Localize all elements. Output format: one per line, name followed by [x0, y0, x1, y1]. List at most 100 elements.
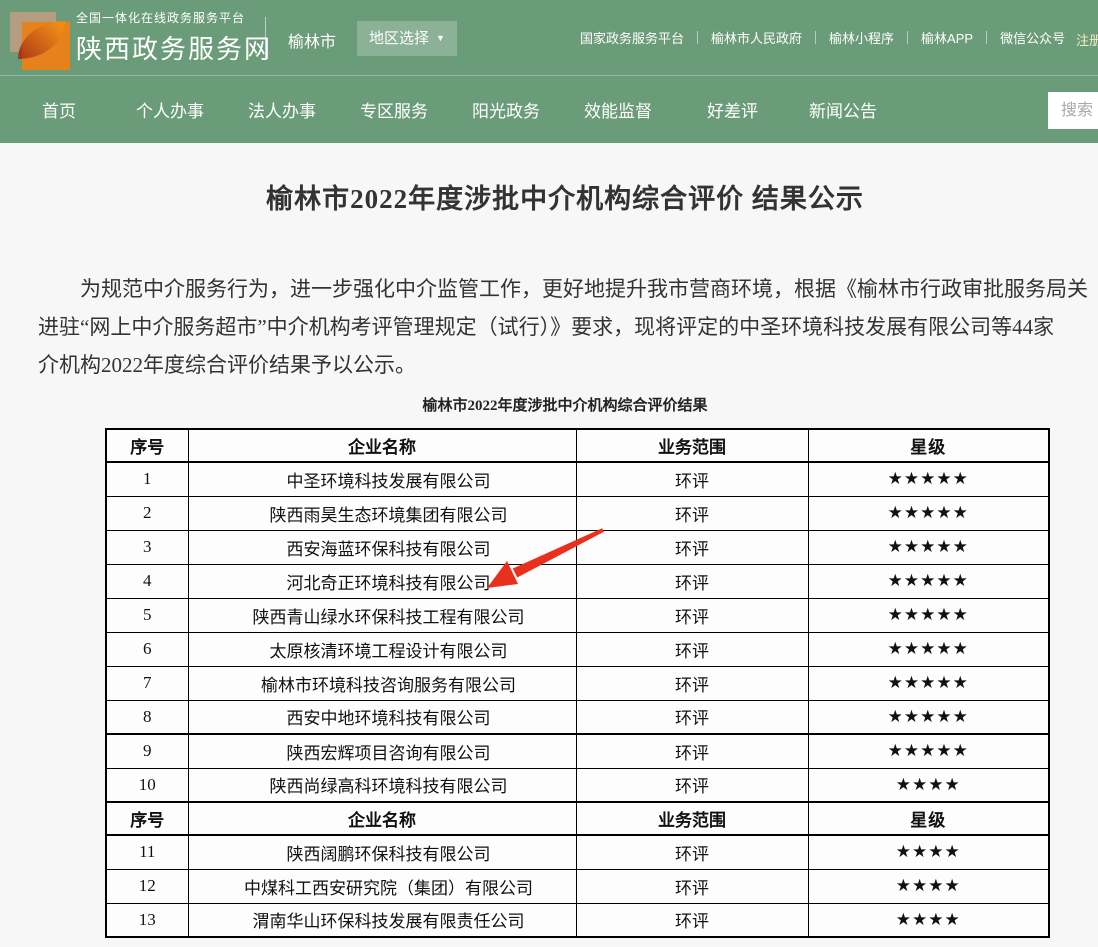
cell-name: 渭南华山环保科技发展有限责任公司 — [188, 903, 576, 937]
table-row: 2陕西雨昊生态环境集团有限公司环评★★★★★ — [106, 496, 1049, 530]
table-row: 6太原核清环境工程设计有限公司环评★★★★★ — [106, 632, 1049, 666]
header-cell: 序号 — [106, 429, 188, 462]
nav-item[interactable]: 专区服务 — [360, 97, 428, 122]
cell-stars: ★★★★★ — [808, 666, 1049, 700]
brand-block: 全国一体化在线政务服务平台 陕西政务服务网 — [76, 9, 272, 66]
cell-scope: 环评 — [576, 700, 808, 734]
article-content: 榆林市2022年度涉批中介机构综合评价 结果公示 为规范中介服务行为，进一步强化… — [0, 177, 1098, 938]
cell-name: 陕西阔鹏环保科技有限公司 — [188, 835, 576, 869]
region-select-button[interactable]: 地区选择 ▼ — [357, 21, 457, 56]
cell-scope: 环评 — [576, 496, 808, 530]
results-table-body: 序号企业名称业务范围星级1中圣环境科技发展有限公司环评★★★★★2陕西雨昊生态环… — [106, 429, 1049, 937]
cell-stars: ★★★★★ — [808, 632, 1049, 666]
page-title: 榆林市2022年度涉批中介机构综合评价 结果公示 — [0, 177, 1098, 216]
cell-no: 1 — [106, 462, 188, 496]
cell-stars: ★★★★ — [808, 903, 1049, 937]
header-link[interactable]: 微信公众号 — [986, 28, 1065, 47]
search-input[interactable] — [1048, 92, 1098, 129]
table-header-row: 序号企业名称业务范围星级 — [106, 802, 1049, 835]
cell-name: 陕西青山绿水环保科技工程有限公司 — [188, 598, 576, 632]
header-cell: 企业名称 — [188, 429, 576, 462]
cell-name: 陕西宏辉项目咨询有限公司 — [188, 734, 576, 768]
cell-no: 6 — [106, 632, 188, 666]
cell-stars: ★★★★ — [808, 835, 1049, 869]
table-row: 11陕西阔鹏环保科技有限公司环评★★★★ — [106, 835, 1049, 869]
chevron-down-icon: ▼ — [436, 33, 445, 43]
cell-name: 太原核清环境工程设计有限公司 — [188, 632, 576, 666]
platform-tagline: 全国一体化在线政务服务平台 — [76, 9, 272, 26]
header-link[interactable]: 榆林市人民政府 — [697, 28, 802, 47]
cell-stars: ★★★★★ — [808, 530, 1049, 564]
cell-stars: ★★★★★ — [808, 462, 1049, 496]
cell-scope: 环评 — [576, 462, 808, 496]
register-link[interactable]: 注册 — [1076, 30, 1098, 49]
table-row: 3西安海蓝环保科技有限公司环评★★★★★ — [106, 530, 1049, 564]
region-select-label: 地区选择 — [369, 30, 429, 47]
cell-no: 5 — [106, 598, 188, 632]
cell-scope: 环评 — [576, 564, 808, 598]
cell-scope: 环评 — [576, 903, 808, 937]
nav-item[interactable]: 效能监督 — [584, 97, 652, 122]
header-links: 国家政务服务平台榆林市人民政府榆林小程序榆林APP 微信公众号 — [580, 0, 1065, 75]
cell-name: 陕西雨昊生态环境集团有限公司 — [188, 496, 576, 530]
nav-item[interactable]: 新闻公告 — [809, 97, 877, 122]
cell-scope: 环评 — [576, 666, 808, 700]
site-name: 陕西政务服务网 — [76, 29, 272, 66]
table-row: 4河北奇正环境科技有限公司环评★★★★★ — [106, 564, 1049, 598]
nav-item[interactable]: 首页 — [42, 97, 76, 122]
header-cell: 企业名称 — [188, 802, 576, 835]
paragraph-line: 为规范中介服务行为，进一步强化中介监管工作，更好地提升我市营商环境，根据《榆林市… — [38, 270, 1098, 308]
cell-no: 4 — [106, 564, 188, 598]
main-nav: 首页 个人办事 法人办事 专区服务 阳光政务 效能监督 好差评 新闻公告 — [0, 75, 1098, 143]
cell-name: 西安中地环境科技有限公司 — [188, 700, 576, 734]
cell-scope: 环评 — [576, 632, 808, 666]
table-row: 5陕西青山绿水环保科技工程有限公司环评★★★★★ — [106, 598, 1049, 632]
cell-stars: ★★★★★ — [808, 564, 1049, 598]
cell-stars: ★★★★★ — [808, 734, 1049, 768]
paragraph-line: 介机构2022年度综合评价结果予以公示。 — [38, 346, 1098, 384]
cell-scope: 环评 — [576, 734, 808, 768]
paragraph-line: 进驻“网上中介服务超市”中介机构考评管理规定（试行）》要求，现将评定的中圣环境科… — [38, 308, 1098, 346]
table-row: 12中煤科工西安研究院（集团）有限公司环评★★★★ — [106, 869, 1049, 903]
cell-no: 7 — [106, 666, 188, 700]
header-link[interactable]: 榆林小程序 — [815, 28, 894, 47]
nav-item[interactable]: 好差评 — [707, 97, 758, 122]
cell-no: 2 — [106, 496, 188, 530]
table-row: 7榆林市环境科技咨询服务有限公司环评★★★★★ — [106, 666, 1049, 700]
cell-no: 12 — [106, 869, 188, 903]
cell-scope: 环评 — [576, 598, 808, 632]
header-cell: 星级 — [808, 802, 1049, 835]
cell-stars: ★★★★ — [808, 768, 1049, 802]
nav-item[interactable]: 阳光政务 — [472, 97, 540, 122]
cell-stars: ★★★★★ — [808, 496, 1049, 530]
notice-paragraph: 为规范中介服务行为，进一步强化中介监管工作，更好地提升我市营商环境，根据《榆林市… — [38, 270, 1098, 384]
table-header-row: 序号企业名称业务范围星级 — [106, 429, 1049, 462]
nav-item[interactable]: 个人办事 — [136, 97, 204, 122]
cell-name: 榆林市环境科技咨询服务有限公司 — [188, 666, 576, 700]
cell-scope: 环评 — [576, 530, 808, 564]
header-cell: 星级 — [808, 429, 1049, 462]
cell-stars: ★★★★★ — [808, 700, 1049, 734]
table-row: 8西安中地环境科技有限公司环评★★★★★ — [106, 700, 1049, 734]
header-link[interactable]: 榆林APP — [907, 28, 973, 47]
table-caption: 榆林市2022年度涉批中介机构综合评价结果 — [0, 394, 1098, 415]
header-link[interactable]: 国家政务服务平台 — [580, 28, 684, 47]
header-cell: 业务范围 — [576, 429, 808, 462]
cell-no: 10 — [106, 768, 188, 802]
cell-no: 13 — [106, 903, 188, 937]
results-table: 序号企业名称业务范围星级1中圣环境科技发展有限公司环评★★★★★2陕西雨昊生态环… — [105, 428, 1050, 938]
cell-name: 西安海蓝环保科技有限公司 — [188, 530, 576, 564]
nav-item[interactable]: 法人办事 — [248, 97, 316, 122]
cell-scope: 环评 — [576, 835, 808, 869]
cell-no: 9 — [106, 734, 188, 768]
cell-scope: 环评 — [576, 768, 808, 802]
table-row: 10陕西尚绿高科环境科技有限公司环评★★★★ — [106, 768, 1049, 802]
top-header: 全国一体化在线政务服务平台 陕西政务服务网 榆林市 地区选择▼ 国家政务服务平台… — [0, 0, 1098, 75]
cell-no: 8 — [106, 700, 188, 734]
cell-name: 河北奇正环境科技有限公司 — [188, 564, 576, 598]
table-row: 13渭南华山环保科技发展有限责任公司环评★★★★ — [106, 903, 1049, 937]
header-cell: 业务范围 — [576, 802, 808, 835]
header-cell: 序号 — [106, 802, 188, 835]
cell-stars: ★★★★★ — [808, 598, 1049, 632]
cell-name: 中圣环境科技发展有限公司 — [188, 462, 576, 496]
